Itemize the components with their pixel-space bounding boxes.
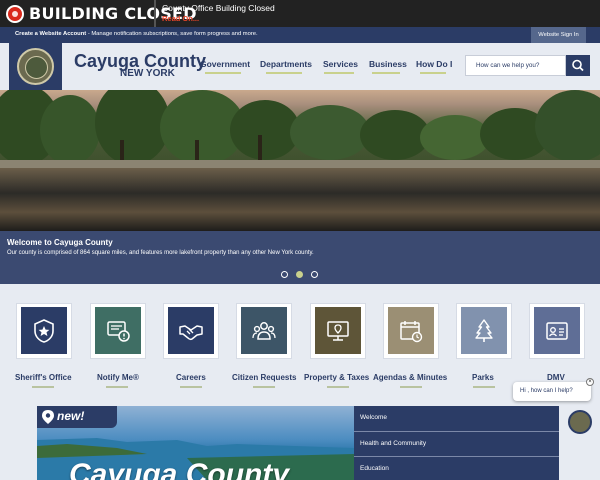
- search-button[interactable]: [566, 55, 590, 76]
- divider: [354, 456, 559, 457]
- quick-link-underline: [473, 386, 495, 388]
- site-header: Cayuga County NEW YORK Government Depart…: [0, 43, 600, 90]
- id-card-icon: [546, 321, 568, 340]
- logo-link[interactable]: [9, 43, 62, 90]
- news-menu-health[interactable]: Health and Community: [360, 440, 426, 447]
- quick-link-label[interactable]: Citizen Requests: [232, 373, 296, 382]
- quick-link-careers[interactable]: [163, 303, 219, 359]
- people-group-icon: [252, 321, 276, 340]
- nav-underline: [205, 72, 241, 74]
- alert-icon: [6, 4, 24, 23]
- nav-underline: [324, 72, 354, 74]
- map-pin-monitor-icon: [327, 320, 349, 341]
- quick-link-label[interactable]: Careers: [176, 373, 206, 382]
- map-pin-icon: [42, 410, 54, 424]
- nav-business[interactable]: Business: [369, 59, 407, 69]
- tree: [535, 90, 600, 162]
- quick-link-label[interactable]: Sheriff's Office: [15, 373, 72, 382]
- quick-link-notify-me[interactable]: [90, 303, 146, 359]
- nav-underline: [372, 72, 400, 74]
- quick-link-underline: [180, 386, 202, 388]
- quick-link-label[interactable]: Parks: [472, 373, 494, 382]
- tree: [95, 90, 170, 165]
- quick-link-label[interactable]: Agendas & Minutes: [373, 373, 447, 382]
- nav-government[interactable]: Government: [200, 59, 250, 69]
- quick-link-label[interactable]: DMV: [547, 373, 565, 382]
- slide-dot-2[interactable]: [296, 271, 303, 278]
- nav-services[interactable]: Services: [323, 59, 358, 69]
- calendar-clock-icon: [400, 320, 423, 342]
- brand-subtitle: NEW YORK: [120, 68, 175, 79]
- quick-link-icon-box: [315, 307, 361, 354]
- sign-in-button[interactable]: Website Sign In: [531, 27, 586, 43]
- news-feature[interactable]: new! Cayuga County: [37, 406, 354, 480]
- account-text: Create a Website Account - Manage notifi…: [15, 31, 258, 37]
- hero-title: Welcome to Cayuga County: [7, 238, 113, 247]
- alert-read-on-link[interactable]: Read On...: [162, 14, 199, 23]
- quick-link-underline: [400, 386, 422, 388]
- quick-link-icon-box: [388, 307, 434, 354]
- hero-image: [0, 90, 600, 231]
- news-menu-education[interactable]: Education: [360, 465, 389, 472]
- quick-link-icon-box: [461, 307, 507, 354]
- tree-icon: [475, 318, 493, 342]
- news-badge-label: new!: [57, 409, 85, 423]
- tree: [40, 95, 100, 165]
- county-seal-icon: [17, 48, 54, 85]
- create-account-link[interactable]: Create a Website Account: [15, 31, 86, 37]
- news-badge: new!: [37, 406, 117, 428]
- divider: [354, 431, 559, 432]
- quick-link-icon-box: [534, 307, 580, 354]
- quick-link-icon-box: [168, 307, 214, 354]
- news-menu: Welcome Health and Community Education: [354, 406, 559, 480]
- search-icon: [572, 59, 584, 72]
- chat-prompt[interactable]: Hi , how can I help?: [513, 382, 591, 401]
- quick-link-underline: [327, 386, 349, 388]
- quick-link-sheriffs-office[interactable]: [16, 303, 72, 359]
- quick-link-icon-box: [241, 307, 287, 354]
- handshake-icon: [179, 324, 203, 340]
- search-input[interactable]: How can we help you?: [465, 55, 566, 76]
- quick-link-underline: [253, 386, 275, 388]
- hero-caption: Welcome to Cayuga County Our county is c…: [0, 231, 600, 284]
- nav-underline: [266, 72, 302, 74]
- badge-star-icon: [34, 318, 54, 343]
- news-title: Cayuga County: [69, 458, 290, 480]
- chat-avatar[interactable]: [568, 410, 592, 434]
- quick-link-agendas-minutes[interactable]: [383, 303, 439, 359]
- account-bar: Create a Website Account - Manage notifi…: [0, 27, 600, 43]
- quick-link-label[interactable]: Notify Me®: [97, 373, 139, 382]
- alert-message-icon: [107, 320, 130, 342]
- news-menu-welcome[interactable]: Welcome: [360, 414, 387, 421]
- quick-link-parks[interactable]: [456, 303, 512, 359]
- quick-link-property-taxes[interactable]: [310, 303, 366, 359]
- alert-bar: BUILDING CLOSED County Office Building C…: [0, 0, 600, 27]
- nav-departments[interactable]: Departments: [260, 59, 312, 69]
- alert-divider: [154, 0, 156, 27]
- account-description: - Manage notification subscriptions, sav…: [86, 31, 258, 37]
- nav-underline: [420, 72, 446, 74]
- quick-link-underline: [32, 386, 54, 388]
- close-icon[interactable]: ×: [586, 378, 594, 386]
- quick-link-dmv[interactable]: [529, 303, 585, 359]
- quick-link-underline: [106, 386, 128, 388]
- quick-link-icon-box: [21, 307, 67, 354]
- slide-dot-3[interactable]: [311, 271, 318, 278]
- quick-link-citizen-requests[interactable]: [236, 303, 292, 359]
- slide-dot-1[interactable]: [281, 271, 288, 278]
- nav-how-do-i[interactable]: How Do I: [416, 59, 452, 69]
- quick-link-label[interactable]: Property & Taxes: [304, 373, 369, 382]
- hero-water: [0, 168, 600, 231]
- quick-link-icon-box: [95, 307, 141, 354]
- hero-text: Our county is comprised of 864 square mi…: [7, 250, 314, 256]
- alert-message: County Office Building Closed: [162, 3, 275, 13]
- tree: [290, 105, 370, 160]
